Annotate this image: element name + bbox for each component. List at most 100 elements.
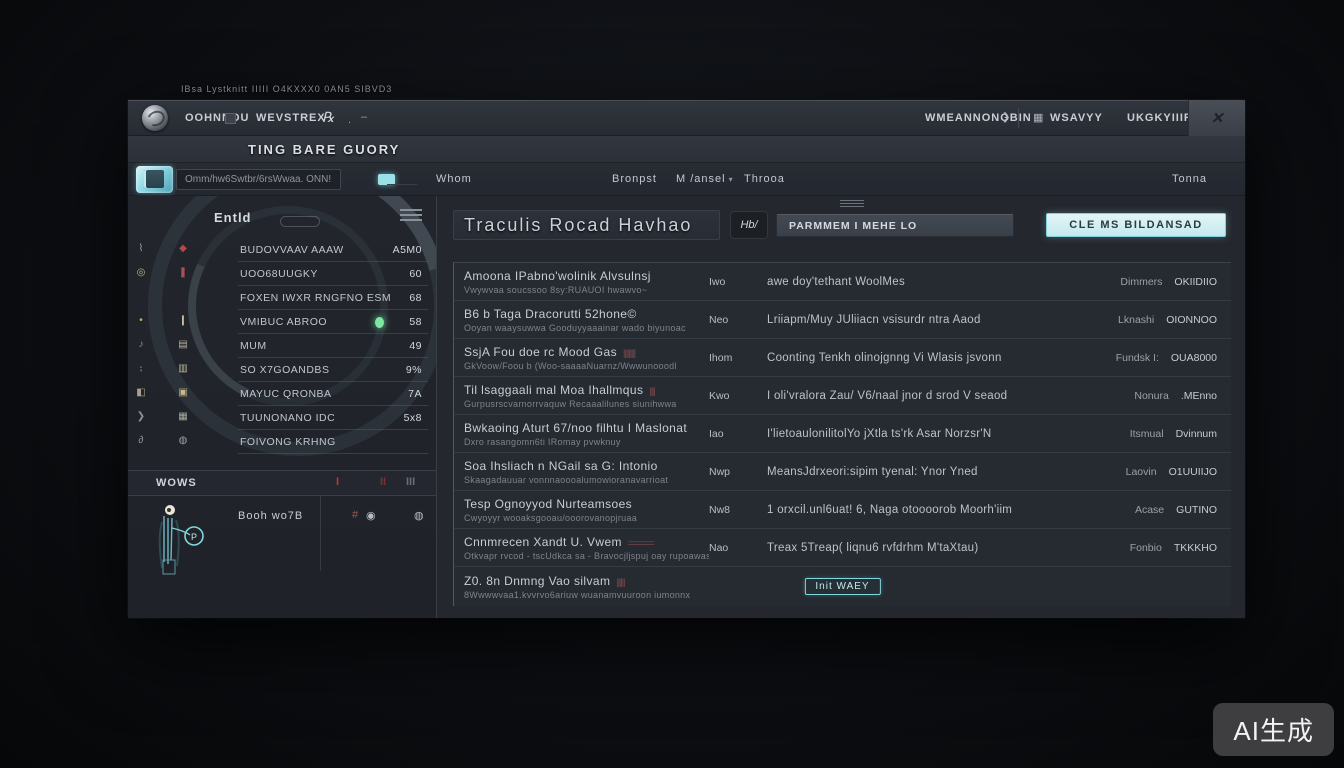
row-mini-icon-1: ⌇: [134, 243, 148, 254]
sidebar-stat-row[interactable]: ⨟ ▥ SO X7GOANDBS 9%: [128, 358, 436, 382]
hamburger-menu-icon[interactable]: [400, 206, 422, 224]
gray-tick-icon: III: [406, 476, 415, 488]
terms-link[interactable]: Tonna: [1172, 173, 1207, 185]
app-logo-icon: [142, 105, 168, 131]
row-id: OUA8000: [1171, 352, 1217, 364]
row-tag: Nw8: [709, 504, 767, 516]
table-row[interactable]: Tesp Ognoyyod Nurteamsoes Cwyoyyr wooaks…: [454, 491, 1231, 529]
row-right-cell: Fonbio TKKKHO: [1130, 542, 1231, 554]
stat-label: FOXEN IWXR RNGFNO ESM: [240, 292, 391, 304]
row-status: Itsmual: [1130, 428, 1164, 440]
row-right-cell: Laovin O1UUIIJO: [1126, 466, 1231, 478]
sidebar-stats-list: ⌇ ◆ BUDOVVAAV AAAW A5M0 ◎ ❚ UOO68UUGKY 6…: [128, 238, 436, 454]
window-body: Entld ⌇ ◆ BUDOVVAAV AAAW A5M0 ◎ ❚: [128, 196, 1245, 618]
toolbar: Omm/hw6Swtbr/6rsWwaa. ONN! Whom Bronpst …: [128, 163, 1245, 196]
tab-threads[interactable]: Throoa: [744, 173, 785, 185]
row-description: I'lietoaulonilitolYo jXtla ts'rk Asar No…: [767, 428, 1130, 440]
sidebar: Entld ⌇ ◆ BUDOVVAAV AAAW A5M0 ◎ ❚: [128, 196, 437, 618]
row-description: I oli'vralora Zau/ V6/naal jnor d srod V…: [767, 390, 1134, 402]
row-subtitle: Otkvapr rvcod - tscUdkca sa - Bravocjljs…: [464, 551, 709, 561]
hash-icon[interactable]: #: [352, 509, 358, 521]
row-tag: Iao: [709, 428, 767, 440]
sidebar-stat-row[interactable]: ◎ ❚ UOO68UUGKY 60: [128, 262, 436, 286]
row-mini-icon-2: ▤: [176, 339, 190, 350]
sidebar-stat-row[interactable]: ∂ ◍ FOIVONG KRHNG: [128, 430, 436, 454]
checkbox-icon[interactable]: [225, 113, 236, 124]
primary-action-button[interactable]: CLE MS BILDANSAD: [1046, 213, 1226, 237]
row-subtitle: Cwyoyyr wooaksgooau/ooorovanopjruaa: [464, 513, 709, 523]
row-status: Dimmers: [1120, 276, 1162, 288]
user-area: P Booh wo7B # ◉ ◍: [128, 496, 436, 618]
count-button[interactable]: Hb/: [730, 211, 768, 239]
chevron-right-icon[interactable]: ❯: [1002, 112, 1010, 123]
circle-badge-icon[interactable]: ◍: [414, 509, 424, 522]
row-status: Laovin: [1126, 466, 1157, 478]
table-row[interactable]: SsjA Fou doe rc Mood Gas||||||||| GkVoow…: [454, 339, 1231, 377]
row-mini-icon-1: ❯: [134, 411, 148, 422]
row-mini-icon-2: ❙: [176, 315, 190, 326]
row-mini-icon-1: •: [134, 315, 148, 326]
row-description: Treax 5Treap( liqnu6 rvfdrhm M'taXtau): [767, 542, 1130, 554]
table-row[interactable]: Cnnmrecen Xandt U. Vwem====== Otkvapr rv…: [454, 529, 1231, 567]
stat-value: 5x8: [404, 412, 422, 424]
table-row[interactable]: Soa Ihsliach n NGail sa G: Intonio Skaag…: [454, 453, 1231, 491]
main-panel: Traculis Rocad Havhao Hb/ PARMMEM I MEHE…: [437, 196, 1245, 618]
sidebar-stat-row[interactable]: ❯ ▦ TUUNONANO IDC 5x8: [128, 406, 436, 430]
row-id: TKKKHO: [1174, 542, 1217, 554]
sidebar-stat-row[interactable]: • ❙ VMIBUC ABROO 58: [128, 310, 436, 334]
row-tag: Nao: [709, 542, 767, 554]
row-id: OKIIDIIO: [1174, 276, 1217, 288]
decorative-pill: [280, 216, 320, 227]
row-subtitle: GkVoow/Foou b (Woo-saaaaNuarnz/Wwwunoood…: [464, 361, 709, 371]
menu-item-2[interactable]: WEVSTREX: [256, 112, 326, 124]
row-id: .MEnno: [1181, 390, 1217, 402]
row-mini-icon-1: ◎: [134, 267, 148, 278]
grid-icon: ▦: [1033, 111, 1043, 124]
avatar: P: [156, 502, 208, 580]
table-row[interactable]: Bwkaoing Aturt 67/noo filhtu I Maslonat …: [454, 415, 1231, 453]
table-row[interactable]: B6 b Taga Dracorutti 52hone© Ooyan waays…: [454, 301, 1231, 339]
row-tag: Iwo: [709, 276, 767, 288]
table-last-row[interactable]: Z0. 8n Dnmng Vao silvam|||||| 8Wwwwvaa1.…: [454, 567, 1231, 606]
ai-watermark: AI生成: [1213, 703, 1334, 756]
sidebar-stat-row[interactable]: ◧ ▣ MAYUC QRONBA 7A: [128, 382, 436, 406]
page-title-panel: Traculis Rocad Havhao: [453, 210, 720, 240]
row-id: Dvinnum: [1176, 428, 1217, 440]
teal-app-icon[interactable]: [136, 166, 173, 193]
search-input[interactable]: Omm/hw6Swtbr/6rsWwaa. ONN!: [176, 169, 341, 190]
window-title: TING BARE GUORY: [248, 142, 400, 157]
green-status-dot: [375, 317, 384, 328]
menu-item-right-1[interactable]: WMEANNONGBIN: [925, 112, 1032, 124]
sidebar-stat-row[interactable]: ⌇ ◆ BUDOVVAAV AAAW A5M0: [128, 238, 436, 262]
tab-browse[interactable]: Bronpst: [612, 173, 657, 185]
sidebar-stat-row[interactable]: ♪ ▤ MUM 49: [128, 334, 436, 358]
sidebar-section-header: WOWS I II III: [128, 470, 436, 496]
row-tag: Nwp: [709, 466, 767, 478]
toggle-checkbox[interactable]: [378, 174, 395, 185]
menu-item-1[interactable]: OOHNNOU: [185, 112, 249, 124]
tab-manual[interactable]: M /ansel▾: [676, 173, 734, 185]
row-main-cell: Z0. 8n Dnmng Vao silvam|||||| 8Wwwwvaa1.…: [454, 574, 709, 600]
menu-item-right-2[interactable]: WSAVYY: [1050, 112, 1103, 124]
tab-home[interactable]: Whom: [436, 173, 472, 185]
row-description: Lriiapm/Muy JUliiacn vsisurdr ntra Aaod: [767, 314, 1118, 326]
row-subtitle: Gurpusrscvarnorrvaquw Recaaalilunes siun…: [464, 399, 709, 409]
sidebar-stat-row[interactable]: FOXEN IWXR RNGFNO ESM 68: [128, 286, 436, 310]
filter-dropdown[interactable]: PARMMEM I MEHE LO: [776, 214, 1014, 237]
row-note: ||||: [649, 386, 654, 396]
row-subtitle: Vwywvaa soucssoo 8sy:RUAUOI hwawvo~: [464, 285, 709, 295]
svg-text:P: P: [191, 532, 197, 542]
close-button[interactable]: ✕: [1188, 100, 1245, 136]
badge-icon[interactable]: ◉: [366, 509, 376, 522]
minimize-icon[interactable]: –: [361, 111, 367, 123]
table-row[interactable]: Til lsaggaali mal Moa Ihallmqus|||| Gurp…: [454, 377, 1231, 415]
script-r-icon[interactable]: ℞: [322, 109, 335, 126]
row-id: GUTINO: [1176, 504, 1217, 516]
row-title: SsjA Fou doe rc Mood Gas|||||||||: [464, 345, 709, 359]
load-more-button[interactable]: Init WAEY: [804, 578, 880, 595]
list-lines-icon[interactable]: [840, 198, 864, 209]
stat-label: VMIBUC ABROO: [240, 316, 327, 328]
username: Booh wo7B: [238, 510, 303, 522]
table-row[interactable]: Amoona IPabno'wolinik Alvsulnsj Vwywvaa …: [454, 263, 1231, 301]
row-mini-icon-2: ▥: [176, 363, 190, 374]
